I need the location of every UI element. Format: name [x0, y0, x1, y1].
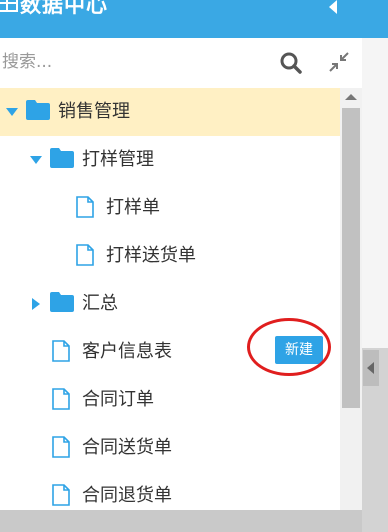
scrollbar-thumb[interactable] — [342, 108, 360, 408]
tree-node-label: 打样送货单 — [106, 245, 196, 266]
tree-view: 销售管理 打样管理 打样单 打样送货单 汇总 客户信息表 合同订单 合同送货单 … — [0, 88, 340, 510]
folder-icon — [26, 100, 50, 120]
file-icon — [76, 244, 94, 266]
side-panel-toggle[interactable] — [363, 350, 379, 386]
highlight-annotation-ring — [247, 318, 331, 376]
tree-node-label: 打样单 — [106, 197, 160, 218]
caret-right-icon[interactable] — [30, 298, 42, 310]
file-icon — [76, 196, 94, 218]
scroll-up-arrow-icon[interactable] — [345, 92, 357, 102]
search-icon[interactable] — [280, 52, 302, 74]
caret-left-icon — [367, 362, 374, 374]
panel-title: 数据中心 — [20, 0, 108, 17]
tree-node-label: 汇总 — [82, 293, 118, 314]
tree-node-label: 合同订单 — [82, 389, 154, 410]
folder-icon — [50, 148, 74, 168]
search-bar — [0, 38, 362, 89]
file-icon — [52, 436, 70, 458]
tree-node-label: 客户信息表 — [82, 341, 172, 362]
caret-down-icon[interactable] — [30, 154, 42, 166]
tree-node-contract-return[interactable]: 合同退货单 — [0, 472, 340, 510]
caret-left-icon[interactable] — [328, 0, 338, 14]
caret-down-icon[interactable] — [6, 106, 18, 118]
folder-icon — [50, 292, 74, 312]
shrink-icon[interactable] — [329, 52, 349, 72]
tree-node-sales-management[interactable]: 销售管理 — [0, 88, 340, 136]
grid-icon — [0, 0, 18, 12]
tree-node-sample-order[interactable]: 打样单 — [0, 184, 340, 232]
file-icon — [52, 340, 70, 362]
data-center-panel: 数据中心 销售管理 打样管理 打样单 — [0, 0, 362, 510]
tree-node-label: 打样管理 — [82, 149, 154, 170]
file-icon — [52, 484, 70, 506]
tree-node-label: 销售管理 — [58, 101, 130, 122]
outer-content-strip — [362, 38, 388, 348]
tree-node-contract-order[interactable]: 合同订单 — [0, 376, 340, 424]
search-input[interactable] — [0, 46, 252, 78]
tree-node-label: 合同送货单 — [82, 437, 172, 458]
file-icon — [52, 388, 70, 410]
panel-header: 数据中心 — [0, 0, 362, 38]
tree-node-sample-management[interactable]: 打样管理 — [0, 136, 340, 184]
tree-node-label: 合同退货单 — [82, 485, 172, 506]
tree-node-contract-delivery[interactable]: 合同送货单 — [0, 424, 340, 472]
tree-node-sample-delivery[interactable]: 打样送货单 — [0, 232, 340, 280]
outer-header-strip — [362, 0, 388, 38]
